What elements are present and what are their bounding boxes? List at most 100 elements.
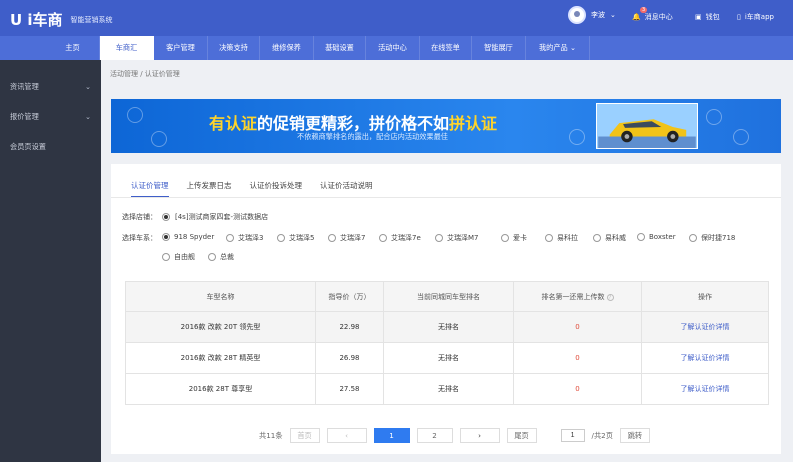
model-option-label: Boxster bbox=[649, 233, 676, 241]
first-page-button[interactable]: 首页 bbox=[289, 428, 320, 443]
chevron-right-icon: › bbox=[478, 431, 481, 440]
model-option[interactable]: 艾瑞泽3 bbox=[226, 233, 263, 243]
store-label: 选择店铺： bbox=[122, 213, 157, 221]
sidebar-item-label: 资讯管理 bbox=[10, 82, 39, 91]
model-option[interactable]: 艾瑞泽5 bbox=[277, 233, 314, 243]
model-option[interactable]: 艾瑞泽M7 bbox=[435, 233, 479, 243]
tab-invoice-log[interactable]: 上传发票日志 bbox=[187, 174, 232, 198]
radio-icon bbox=[689, 234, 697, 242]
app-logo[interactable]: U i车商 智能营销系统 bbox=[10, 9, 113, 30]
page-jump-input[interactable] bbox=[560, 429, 585, 442]
page-button-2[interactable]: 2 bbox=[416, 428, 453, 443]
model-option[interactable]: 总裁 bbox=[208, 252, 234, 262]
car-image bbox=[598, 119, 696, 148]
nav-item-customers[interactable]: 客户管理 bbox=[154, 36, 208, 60]
radio-icon bbox=[501, 234, 509, 242]
sidebar-item-member-page[interactable]: 会员页设置 bbox=[0, 132, 101, 162]
cell-rank: 无排名 bbox=[383, 311, 514, 343]
tab-certified-price[interactable]: 认证价管理 bbox=[131, 174, 169, 198]
tab-divider bbox=[111, 197, 781, 198]
info-icon[interactable]: ? bbox=[606, 293, 614, 301]
decor-circle bbox=[569, 129, 585, 145]
model-option[interactable]: 易科拉 bbox=[545, 233, 578, 243]
nav-item-products[interactable]: 我的产品 ⌄ bbox=[526, 36, 590, 60]
sidebar-item-label: 报价管理 bbox=[10, 112, 39, 121]
wallet[interactable]: ▣ 钱包 bbox=[695, 12, 720, 22]
nav-item-showroom[interactable]: 智能展厅 bbox=[472, 36, 526, 60]
model-option-label: 918 Spyder bbox=[174, 233, 215, 241]
banner-subtitle: 不依赖商擎排名的露出，配合店内活动效果最佳 bbox=[297, 132, 448, 141]
chevron-down-icon: ⌄ bbox=[570, 43, 577, 52]
banner-headline-c: 拼认证 bbox=[449, 114, 498, 133]
column-header: 当前同城同车型排名 bbox=[383, 281, 514, 312]
cell-model: 2016款 改款 28T 精英型 bbox=[125, 342, 316, 374]
details-link[interactable]: 了解认证价详情 bbox=[641, 342, 769, 374]
model-option-label: 艾瑞泽7e bbox=[391, 234, 421, 242]
banner-headline: 有认证的促销更精彩，拼价格不如拼认证 bbox=[209, 110, 497, 134]
model-option[interactable]: 自由舰 bbox=[162, 252, 195, 262]
user-name: 李波 bbox=[591, 11, 605, 19]
model-option[interactable]: 爱卡 bbox=[501, 233, 527, 243]
chevron-down-icon: ⌄ bbox=[84, 82, 91, 91]
app-subtitle: 智能营销系统 bbox=[70, 15, 113, 24]
breadcrumb: 活动管理 / 认证价管理 bbox=[110, 70, 180, 78]
nav-item-activities[interactable]: 活动中心 bbox=[366, 36, 420, 60]
model-option-label: 艾瑞泽3 bbox=[238, 234, 264, 242]
sidebar-item-quotes[interactable]: 报价管理 ⌄ bbox=[0, 102, 101, 132]
store-name: [4s]测试商家四套-测试数据店 bbox=[175, 213, 269, 221]
nav-item-sign[interactable]: 在线签单 bbox=[420, 36, 472, 60]
nav-item-home[interactable]: 主页 bbox=[46, 36, 100, 60]
message-center[interactable]: 🔔 3 消息中心 bbox=[632, 7, 673, 22]
model-option[interactable]: Boxster bbox=[637, 233, 676, 241]
message-badge: 3 bbox=[640, 7, 648, 13]
pagination: 共11条 首页 ‹ 1 2 › 尾页 /共2页 跳转 bbox=[259, 428, 650, 443]
radio-icon bbox=[593, 234, 601, 242]
cell-rank: 无排名 bbox=[383, 373, 514, 405]
details-link[interactable]: 了解认证价详情 bbox=[641, 373, 769, 405]
top-bar: U i车商 智能营销系统 李波 ⌄ 🔔 3 消息中心 ▣ 钱包 ▯ i车商app bbox=[0, 0, 793, 36]
model-option[interactable]: 保时捷718 bbox=[689, 233, 735, 243]
main-nav: 主页 车商汇 客户管理 决策支持 维修保养 基础设置 活动中心 在线签单 智能展… bbox=[46, 36, 590, 60]
prev-page-button[interactable]: ‹ bbox=[326, 428, 367, 443]
page-button-1[interactable]: 1 bbox=[373, 428, 410, 443]
jump-button[interactable]: 跳转 bbox=[619, 428, 650, 443]
nav-item-settings[interactable]: 基础设置 bbox=[314, 36, 366, 60]
model-option[interactable]: 918 Spyder bbox=[162, 233, 214, 241]
last-page-button[interactable]: 尾页 bbox=[506, 428, 537, 443]
nav-item-decision[interactable]: 决策支持 bbox=[208, 36, 260, 60]
details-link[interactable]: 了解认证价详情 bbox=[641, 311, 769, 343]
column-header: 操作 bbox=[641, 281, 769, 312]
model-option-label: 艾瑞泽M7 bbox=[447, 234, 479, 242]
decor-circle bbox=[127, 107, 143, 123]
nav-item-dealer[interactable]: 车商汇 bbox=[100, 36, 154, 60]
user-menu[interactable]: 李波 ⌄ bbox=[568, 6, 616, 24]
model-option-label: 自由舰 bbox=[174, 253, 195, 261]
cell-uploads-needed: 0 bbox=[513, 311, 642, 343]
content-panel: 认证价管理 上传发票日志 认证价投诉处理 认证价活动说明 选择店铺： [4s]测… bbox=[111, 164, 781, 454]
cell-uploads-needed: 0 bbox=[513, 342, 642, 374]
model-option[interactable]: 艾瑞泽7 bbox=[328, 233, 365, 243]
logo-text: U i车商 bbox=[10, 11, 63, 29]
model-option-label: 总裁 bbox=[220, 253, 234, 261]
model-option-label: 爱卡 bbox=[513, 234, 527, 242]
avatar bbox=[568, 6, 586, 24]
store-radio[interactable] bbox=[162, 213, 170, 221]
sidebar-item-news[interactable]: 资讯管理 ⌄ bbox=[0, 72, 101, 102]
cell-uploads-needed: 0 bbox=[513, 373, 642, 405]
column-header-label: 排名第一还需上传数 bbox=[541, 292, 605, 301]
decor-circle bbox=[706, 109, 722, 125]
table-row: 2016款 改款 28T 精英型 26.98 无排名 0 了解认证价详情 bbox=[125, 342, 769, 374]
radio-icon bbox=[162, 253, 170, 261]
message-center-label: 消息中心 bbox=[644, 13, 673, 21]
model-option[interactable]: 易科威 bbox=[593, 233, 626, 243]
next-page-button[interactable]: › bbox=[459, 428, 500, 443]
radio-icon bbox=[162, 233, 170, 241]
sidebar: 资讯管理 ⌄ 报价管理 ⌄ 会员页设置 bbox=[0, 60, 101, 462]
total-pages: /共2页 bbox=[591, 430, 613, 440]
model-option[interactable]: 艾瑞泽7e bbox=[379, 233, 421, 243]
tab-activity-info[interactable]: 认证价活动说明 bbox=[320, 174, 373, 198]
nav-item-maintenance[interactable]: 维修保养 bbox=[260, 36, 314, 60]
tab-complaints[interactable]: 认证价投诉处理 bbox=[250, 174, 303, 198]
radio-icon bbox=[328, 234, 336, 242]
app-download[interactable]: ▯ i车商app bbox=[737, 12, 774, 22]
